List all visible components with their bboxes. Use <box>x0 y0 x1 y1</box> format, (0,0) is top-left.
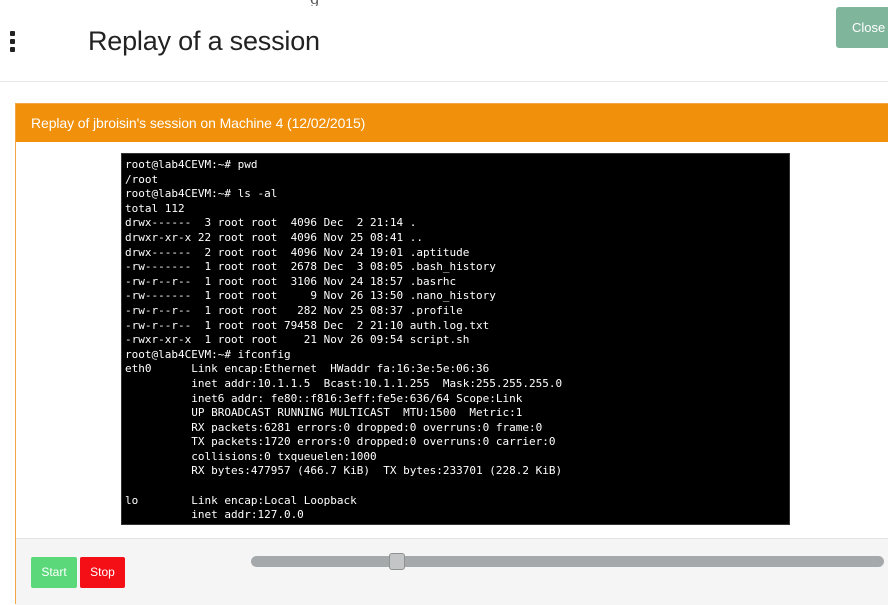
terminal-screen: root@lab4CEVM:~# pwd /root root@lab4CEVM… <box>121 153 790 525</box>
slider-handle[interactable] <box>388 553 405 570</box>
playback-slider[interactable] <box>251 553 884 570</box>
replay-panel: Replay of jbroisin's session on Machine … <box>15 103 888 605</box>
kebab-menu-icon[interactable] <box>10 31 16 53</box>
header-divider <box>0 81 888 82</box>
kebab-dot <box>10 39 15 44</box>
playback-controls: Start Stop <box>16 538 888 605</box>
top-text-fragment: g <box>310 0 350 6</box>
top-text-fragment-label: g <box>310 0 320 6</box>
kebab-dot <box>10 31 15 36</box>
terminal-output: root@lab4CEVM:~# pwd /root root@lab4CEVM… <box>125 158 563 522</box>
page-title: Replay of a session <box>88 26 320 56</box>
panel-heading: Replay of jbroisin's session on Machine … <box>16 104 888 142</box>
start-button[interactable]: Start <box>31 557 77 588</box>
close-button[interactable]: Close <box>836 7 888 48</box>
kebab-dot <box>10 47 15 52</box>
stop-button[interactable]: Stop <box>80 557 125 588</box>
